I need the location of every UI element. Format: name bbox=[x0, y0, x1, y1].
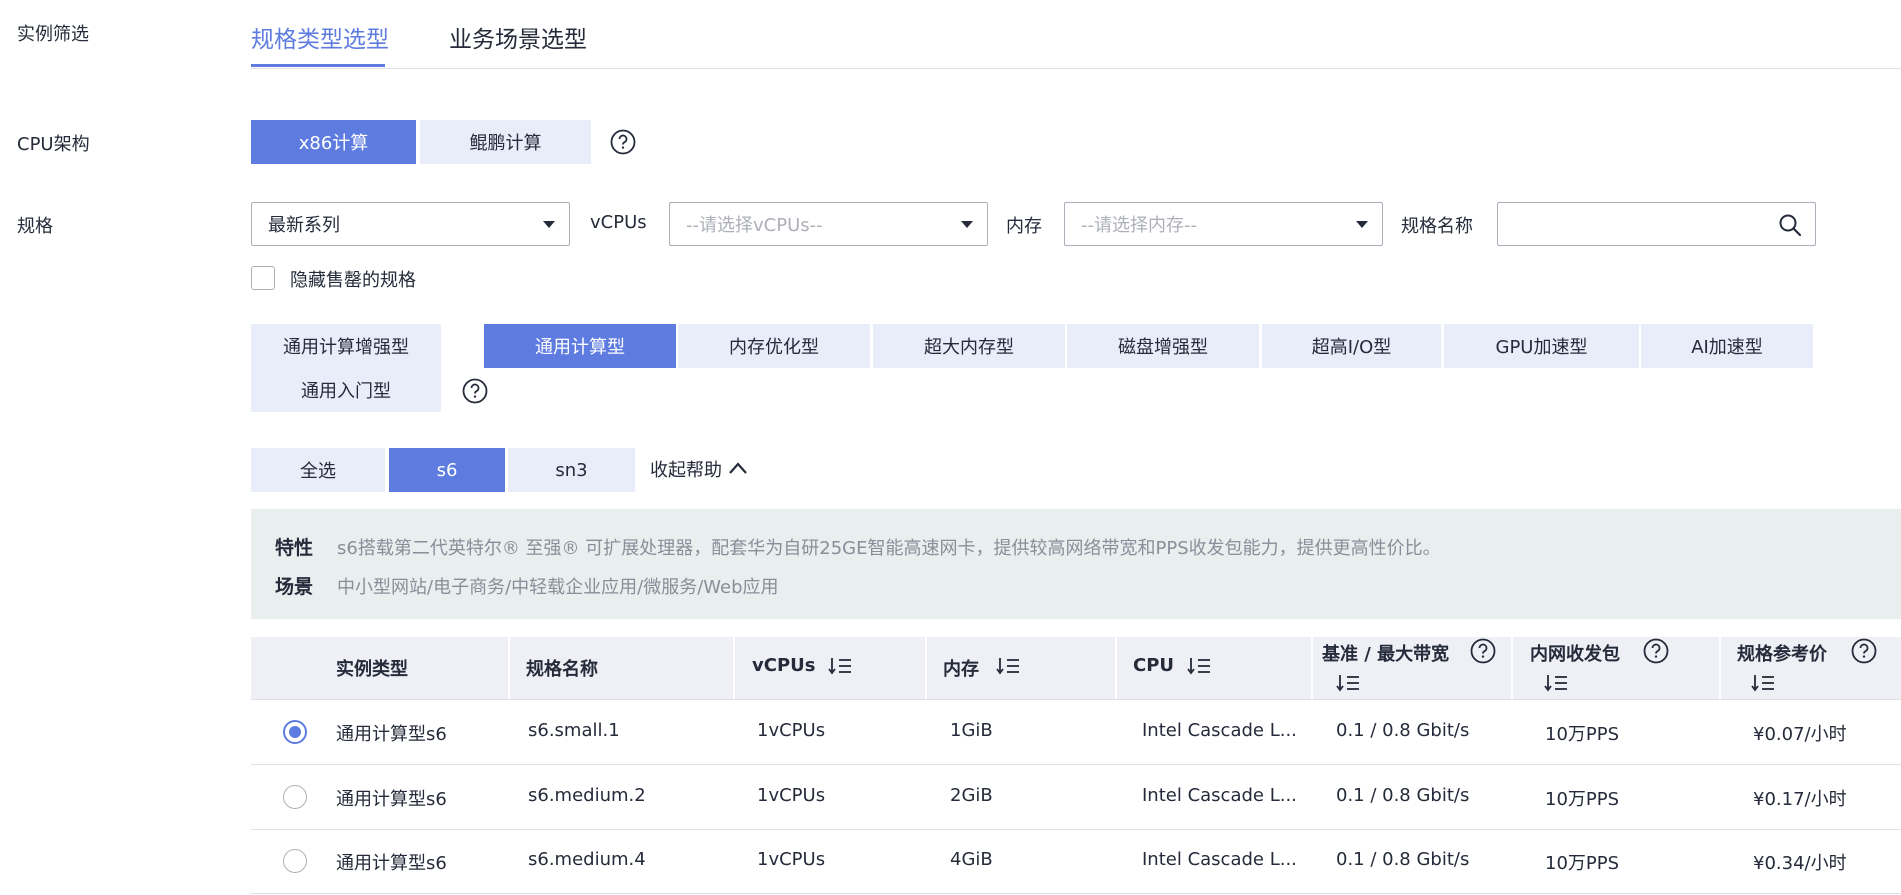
column-header-price: 规格参考价 bbox=[1737, 644, 1827, 665]
type-general-compute[interactable]: 通用计算型 bbox=[484, 324, 676, 368]
cell-pps: 10万PPS bbox=[1545, 853, 1620, 874]
scene-key: 场景 bbox=[275, 576, 314, 598]
type-large-memory[interactable]: 超大内存型 bbox=[873, 324, 1065, 368]
instance-filter-label: 实例筛选 bbox=[17, 24, 89, 45]
memory-filter-label: 内存 bbox=[1006, 216, 1042, 237]
type-ai-accelerated[interactable]: AI加速型 bbox=[1641, 324, 1813, 368]
sort-icon[interactable] bbox=[1751, 674, 1775, 692]
cell-cpu: Intel Cascade L... bbox=[1142, 785, 1297, 806]
chevron-down-icon bbox=[961, 221, 973, 228]
bandwidth-help-icon[interactable] bbox=[1470, 638, 1496, 664]
cell-instance-type: 通用计算型s6 bbox=[336, 789, 447, 810]
flavor-name-label: 规格名称 bbox=[1401, 216, 1473, 237]
column-header-instance-type: 实例类型 bbox=[336, 659, 408, 680]
cell-vcpus: 1vCPUs bbox=[757, 785, 826, 806]
column-header-cpu: CPU bbox=[1133, 655, 1175, 676]
series-s6[interactable]: s6 bbox=[389, 448, 505, 492]
series-info-panel bbox=[251, 509, 1901, 619]
sort-icon[interactable] bbox=[828, 657, 852, 675]
type-memory-optimized[interactable]: 内存优化型 bbox=[678, 324, 870, 368]
vcpus-filter-label: vCPUs bbox=[590, 212, 647, 233]
series-select[interactable]: 最新系列 bbox=[251, 202, 570, 246]
cell-memory: 2GiB bbox=[950, 785, 993, 806]
table-row-divider bbox=[251, 764, 1901, 765]
row-select-radio[interactable] bbox=[283, 720, 307, 744]
row-select-radio[interactable] bbox=[283, 849, 307, 873]
cpu-arch-help-icon[interactable] bbox=[610, 129, 636, 155]
cell-cpu: Intel Cascade L... bbox=[1142, 720, 1297, 741]
cell-pps: 10万PPS bbox=[1545, 789, 1620, 810]
column-header-pps: 内网收发包 bbox=[1530, 644, 1620, 665]
scene-text: 中小型网站/电子商务/中轻载企业应用/微服务/Web应用 bbox=[337, 577, 779, 598]
series-select-all[interactable]: 全选 bbox=[251, 448, 385, 492]
active-tab-indicator bbox=[251, 64, 385, 67]
table-row-divider bbox=[251, 829, 1901, 830]
cell-pps: 10万PPS bbox=[1545, 724, 1620, 745]
feature-key: 特性 bbox=[275, 537, 314, 559]
flavor-selection-panel: 实例筛选 CPU架构 规格 规格类型选型 业务场景选型 x86计算 鲲鹏计算 最… bbox=[0, 0, 1901, 895]
tab-divider bbox=[251, 68, 1901, 69]
price-help-icon[interactable] bbox=[1851, 638, 1877, 664]
column-header-bandwidth: 基准 / 最大带宽 bbox=[1322, 644, 1450, 665]
hide-soldout-checkbox[interactable] bbox=[251, 266, 275, 290]
cpu-arch-x86-button[interactable]: x86计算 bbox=[251, 120, 416, 164]
cell-price: ¥0.07/小时 bbox=[1753, 724, 1847, 745]
column-header-vcpus: vCPUs bbox=[752, 655, 816, 676]
series-select-value: 最新系列 bbox=[268, 215, 340, 236]
sort-icon[interactable] bbox=[1187, 657, 1211, 675]
cell-memory: 4GiB bbox=[950, 849, 993, 870]
cell-bandwidth: 0.1 / 0.8 Gbit/s bbox=[1336, 720, 1470, 741]
cell-flavor-name: s6.small.1 bbox=[528, 720, 620, 741]
sort-icon[interactable] bbox=[1544, 674, 1568, 692]
memory-select-placeholder: --请选择内存-- bbox=[1081, 215, 1197, 236]
chevron-down-icon bbox=[1356, 221, 1368, 228]
cell-vcpus: 1vCPUs bbox=[757, 849, 826, 870]
flavor-name-search-input[interactable] bbox=[1497, 202, 1816, 246]
feature-text: s6搭载第二代英特尔® 至强® 可扩展处理器，配套华为自研25GE智能高速网卡，… bbox=[337, 538, 1441, 559]
cell-bandwidth: 0.1 / 0.8 Gbit/s bbox=[1336, 849, 1470, 870]
cpu-arch-kunpeng-button[interactable]: 鲲鹏计算 bbox=[420, 120, 591, 164]
type-disk-intensive[interactable]: 磁盘增强型 bbox=[1067, 324, 1259, 368]
cell-price: ¥0.34/小时 bbox=[1753, 853, 1847, 874]
row-select-radio[interactable] bbox=[283, 785, 307, 809]
cell-vcpus: 1vCPUs bbox=[757, 720, 826, 741]
collapse-help-label: 收起帮助 bbox=[650, 460, 722, 481]
type-general-entry[interactable]: 通用入门型 bbox=[251, 368, 441, 412]
type-general-enhanced[interactable]: 通用计算增强型 bbox=[251, 324, 441, 368]
type-help-icon[interactable] bbox=[462, 378, 488, 404]
cell-price: ¥0.17/小时 bbox=[1753, 789, 1847, 810]
cell-flavor-name: s6.medium.4 bbox=[528, 849, 646, 870]
pps-help-icon[interactable] bbox=[1643, 638, 1669, 664]
vcpus-select-placeholder: --请选择vCPUs-- bbox=[686, 215, 823, 236]
chevron-up-icon bbox=[728, 460, 748, 479]
series-sn3[interactable]: sn3 bbox=[508, 448, 635, 492]
cell-instance-type: 通用计算型s6 bbox=[336, 853, 447, 874]
sort-icon[interactable] bbox=[1336, 674, 1360, 692]
cell-cpu: Intel Cascade L... bbox=[1142, 849, 1297, 870]
type-ultra-high-io[interactable]: 超高I/O型 bbox=[1262, 324, 1441, 368]
memory-select[interactable]: --请选择内存-- bbox=[1064, 202, 1383, 246]
column-header-flavor-name: 规格名称 bbox=[526, 659, 598, 680]
search-icon[interactable] bbox=[1778, 213, 1802, 237]
tab-spec-type[interactable]: 规格类型选型 bbox=[251, 20, 389, 54]
chevron-down-icon bbox=[543, 221, 555, 228]
table-header-divider bbox=[251, 699, 1901, 700]
cell-memory: 1GiB bbox=[950, 720, 993, 741]
table-row-divider bbox=[251, 893, 1901, 894]
flavor-label: 规格 bbox=[17, 216, 53, 237]
hide-soldout-label[interactable]: 隐藏售罄的规格 bbox=[290, 266, 416, 292]
sort-icon[interactable] bbox=[996, 657, 1020, 675]
column-header-memory: 内存 bbox=[943, 659, 979, 680]
collapse-help-button[interactable]: 收起帮助 bbox=[650, 456, 748, 482]
cell-flavor-name: s6.medium.2 bbox=[528, 785, 646, 806]
tab-business-scene[interactable]: 业务场景选型 bbox=[449, 20, 587, 54]
cpu-arch-label: CPU架构 bbox=[17, 134, 90, 155]
cell-bandwidth: 0.1 / 0.8 Gbit/s bbox=[1336, 785, 1470, 806]
vcpus-select[interactable]: --请选择vCPUs-- bbox=[669, 202, 988, 246]
type-gpu-accelerated[interactable]: GPU加速型 bbox=[1444, 324, 1639, 368]
cell-instance-type: 通用计算型s6 bbox=[336, 724, 447, 745]
